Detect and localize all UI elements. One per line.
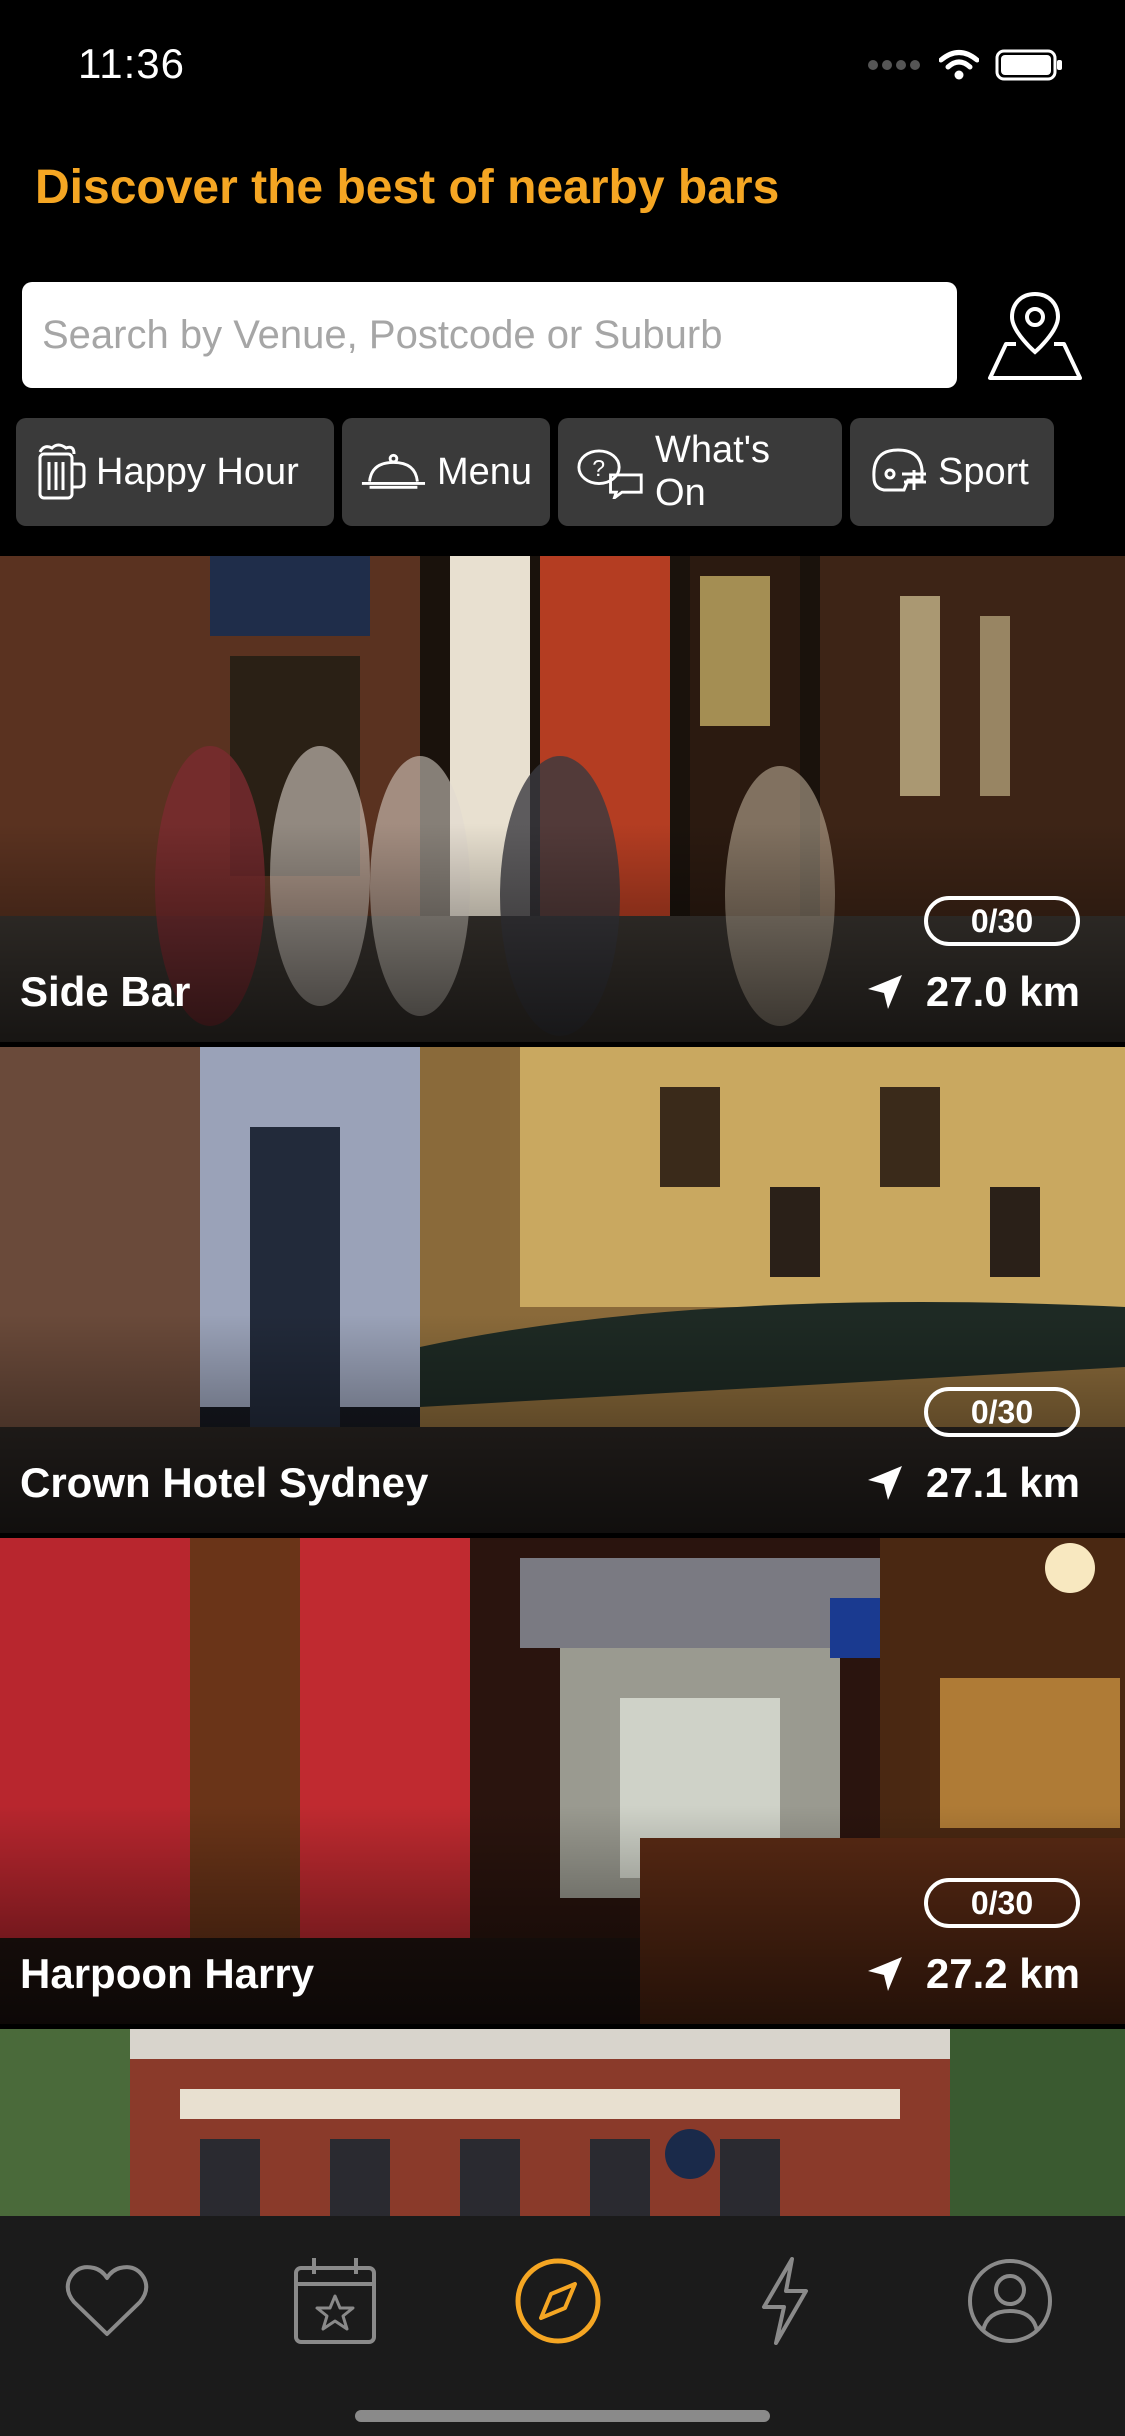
capacity-badge: 0/30 xyxy=(924,1878,1080,1928)
venue-distance: 27.0 km xyxy=(866,968,1080,1016)
status-time: 11:36 xyxy=(78,40,185,87)
venue-name: Harpoon Harry xyxy=(20,1950,315,1997)
search-input[interactable] xyxy=(22,282,957,388)
status-icons xyxy=(867,48,1065,82)
filter-chips: Happy Hour Menu ? What's On Sport xyxy=(16,418,1054,526)
distance-value: 27.2 km xyxy=(925,1950,1080,1997)
profile-icon xyxy=(968,2259,1052,2343)
tab-events[interactable] xyxy=(280,2246,390,2356)
filter-label: Happy Hour xyxy=(96,450,299,493)
venue-name: Side Bar xyxy=(20,968,191,1015)
filter-label: What's On xyxy=(655,429,770,514)
filter-happy-hour[interactable]: Happy Hour xyxy=(16,418,334,526)
filter-menu[interactable]: Menu xyxy=(342,418,550,526)
compass-icon xyxy=(515,2258,601,2344)
search-box[interactable] xyxy=(22,282,957,388)
venue-distance: 27.1 km xyxy=(866,1459,1080,1507)
venue-photo xyxy=(0,2029,1125,2216)
wifi-icon xyxy=(939,50,979,80)
map-pin-icon xyxy=(988,291,1082,380)
filter-sport[interactable]: Sport xyxy=(850,418,1054,526)
chat-question-icon: ? xyxy=(577,449,643,499)
venue-list: Side Bar 0/30 27.0 km Crown Hotel Sydney… xyxy=(0,556,1125,2216)
venue-card[interactable] xyxy=(0,2029,1125,2216)
heart-icon xyxy=(65,2265,149,2336)
venue-name: Crown Hotel Sydney xyxy=(20,1459,429,1506)
beer-mug-icon xyxy=(38,443,86,500)
home-indicator[interactable] xyxy=(355,2410,770,2422)
tab-discover[interactable] xyxy=(503,2246,613,2356)
tab-deals[interactable] xyxy=(730,2246,840,2356)
venue-card[interactable]: Crown Hotel Sydney 0/30 27.1 km xyxy=(0,1047,1125,1533)
tab-favourites[interactable] xyxy=(52,2246,162,2356)
tab-profile[interactable] xyxy=(955,2246,1065,2356)
map-button[interactable] xyxy=(985,285,1085,385)
lightning-icon xyxy=(762,2257,808,2345)
food-cloche-icon xyxy=(361,453,426,489)
venue-card[interactable]: Harpoon Harry 0/30 27.2 km xyxy=(0,1538,1125,2024)
capacity-badge: 0/30 xyxy=(924,1387,1080,1437)
filter-whats-on[interactable]: ? What's On xyxy=(558,418,842,526)
capacity-badge: 0/30 xyxy=(924,896,1080,946)
filter-label: Sport xyxy=(938,450,1029,493)
navigation-arrow-icon xyxy=(867,975,902,1009)
status-bar: 11:36 xyxy=(0,0,1125,130)
distance-value: 27.0 km xyxy=(925,968,1080,1015)
navigation-arrow-icon xyxy=(867,1957,902,1991)
battery-icon xyxy=(995,49,1062,81)
football-helmet-icon xyxy=(872,448,926,492)
signal-icon xyxy=(868,60,920,70)
distance-value: 27.1 km xyxy=(925,1459,1080,1506)
navigation-arrow-icon xyxy=(867,1466,902,1500)
venue-card[interactable]: Side Bar 0/30 27.0 km xyxy=(0,556,1125,1042)
calendar-star-icon xyxy=(294,2258,376,2344)
venue-distance: 27.2 km xyxy=(866,1950,1080,1998)
tab-bar xyxy=(0,2216,1125,2436)
svg-text:?: ? xyxy=(592,455,605,481)
filter-label: Menu xyxy=(436,450,532,493)
page-title: Discover the best of nearby bars xyxy=(35,161,780,214)
